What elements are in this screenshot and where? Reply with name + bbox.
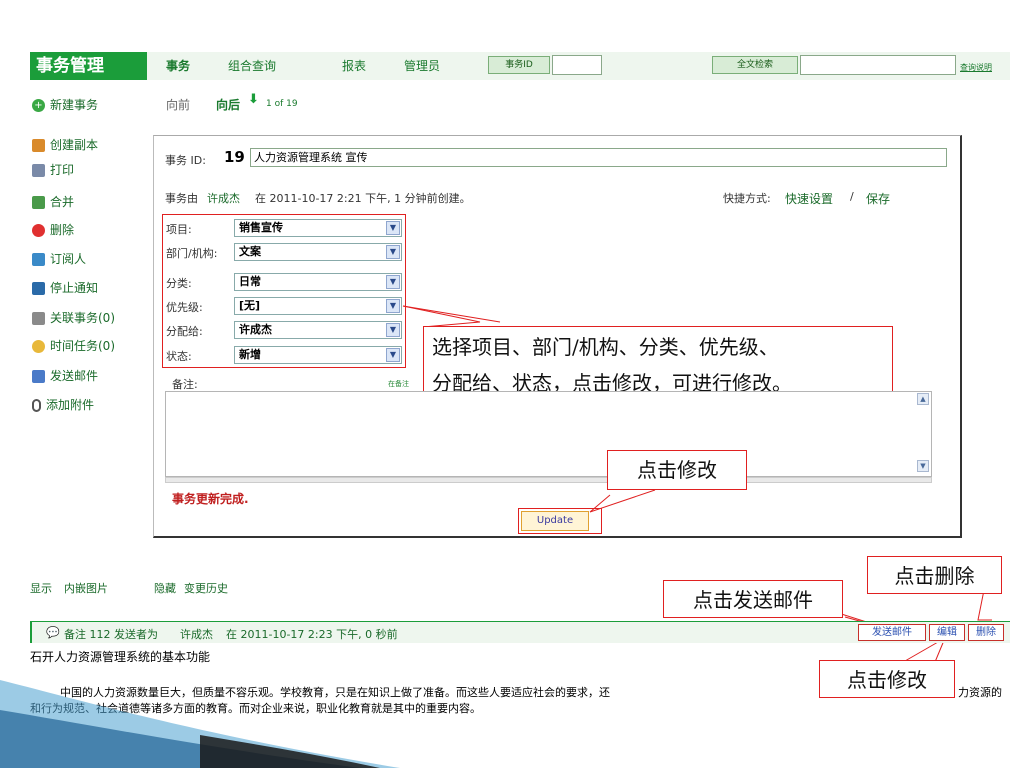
toggle-inline-images-link[interactable]: 内嵌图片	[64, 580, 108, 596]
toggle-show-link[interactable]: 显示	[30, 580, 52, 596]
scroll-up-icon[interactable]: ▲	[917, 393, 929, 405]
comment-edit-button[interactable]: 编辑	[929, 624, 965, 641]
annotation-send-mail-callout: 点击发送邮件	[663, 580, 843, 618]
scroll-down-icon[interactable]: ▼	[917, 460, 929, 472]
comment-delete-button[interactable]: 删除	[968, 624, 1004, 641]
toggle-history-link[interactable]: 变更历史	[184, 580, 228, 596]
annotation-edit-callout: 点击修改	[819, 660, 955, 698]
notes-textarea[interactable]	[165, 391, 932, 477]
decorative-swoosh	[0, 680, 400, 768]
comment-send-mail-button[interactable]: 发送邮件	[858, 624, 926, 641]
comment-icon: 💬	[46, 626, 60, 639]
notes-label: 备注:	[172, 378, 198, 391]
annotation-delete-callout: 点击删除	[867, 556, 1002, 594]
comment-body-line-1-end: 力资源的	[958, 686, 1002, 699]
toggle-hide-link[interactable]: 隐藏	[154, 580, 176, 596]
update-success-message: 事务更新完成.	[172, 492, 249, 506]
notes-hint: 在备注	[388, 380, 409, 388]
annotation-update-callout: 点击修改	[607, 450, 747, 490]
annotation-update-box	[518, 508, 602, 534]
annotation-line-delete	[977, 589, 992, 621]
annotation-line-fields-2	[402, 305, 501, 323]
notes-resize-handle[interactable]	[165, 477, 932, 483]
